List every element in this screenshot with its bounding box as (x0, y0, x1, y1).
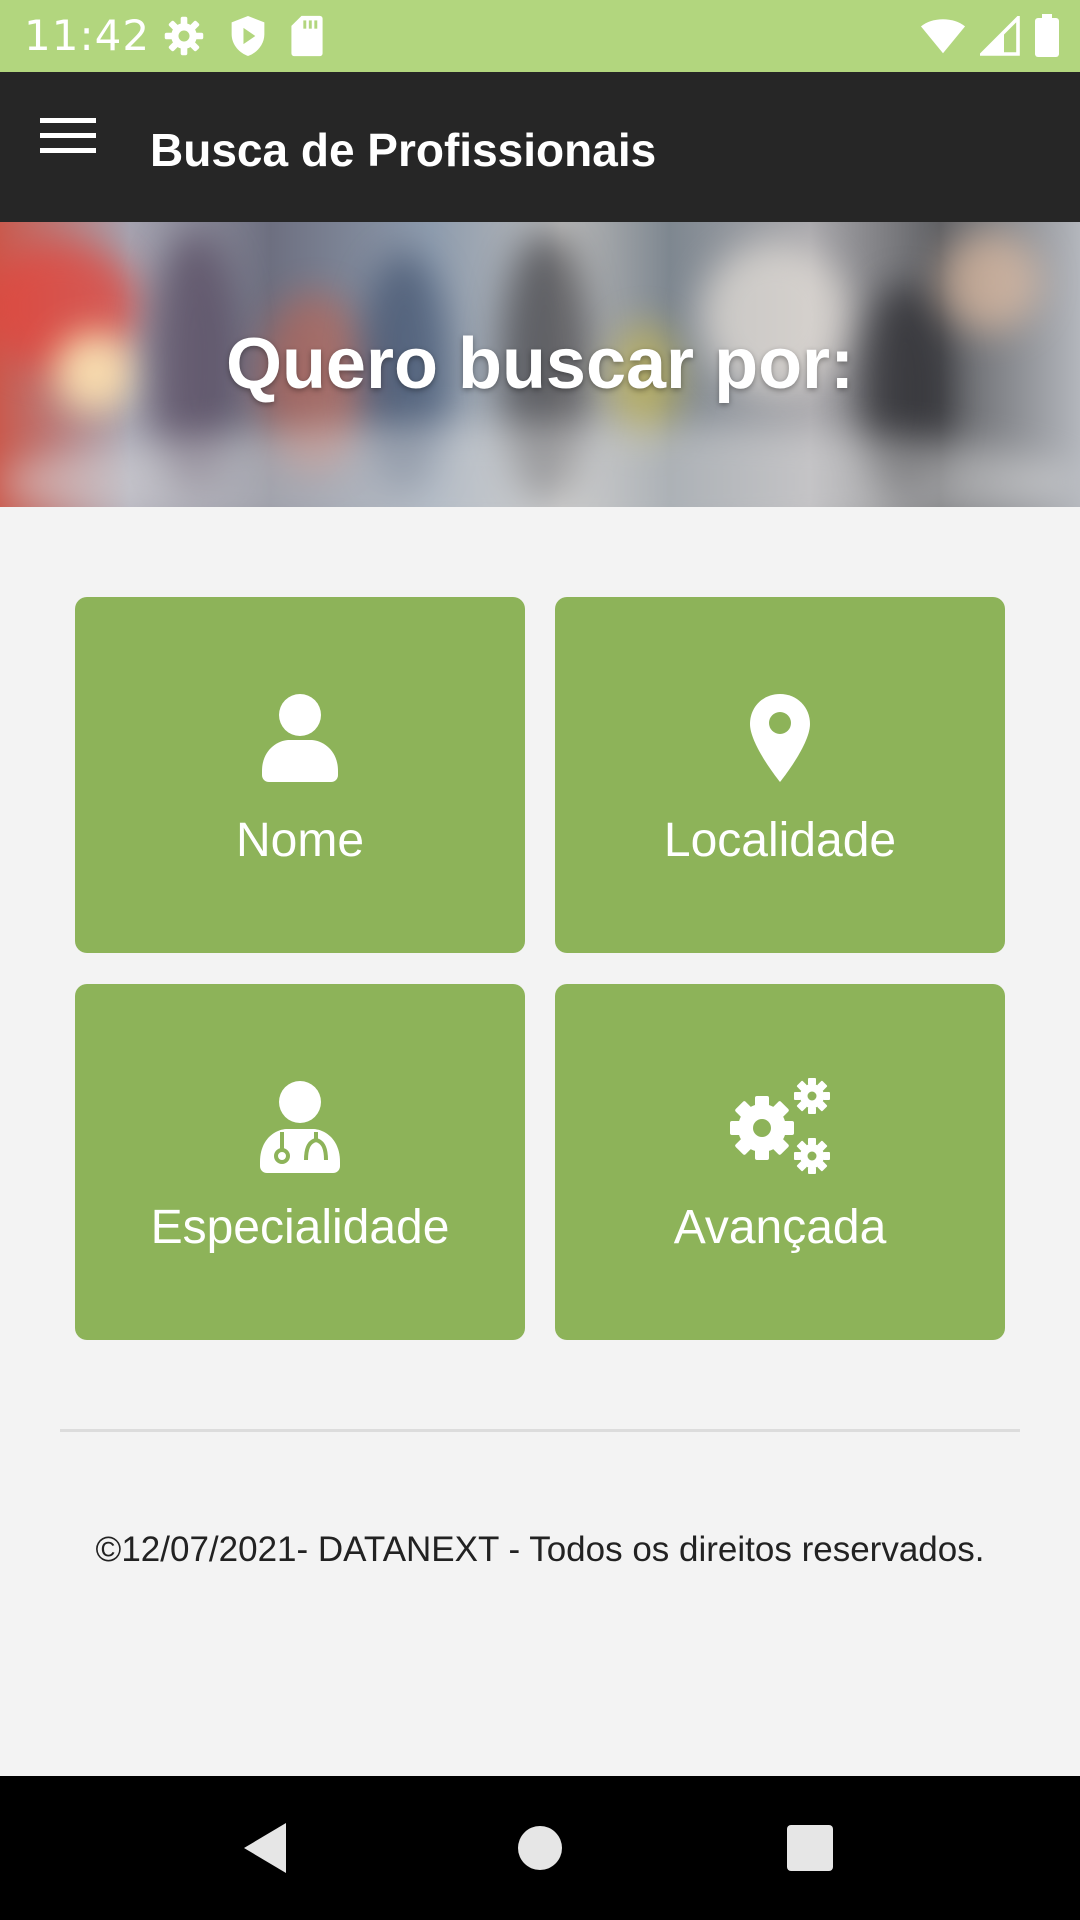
footer-divider (60, 1429, 1020, 1432)
status-bar: 11:42 (0, 0, 1080, 72)
shield-icon (228, 14, 268, 63)
tile-label-avancada: Avançada (673, 1201, 887, 1254)
app-bar: Busca de Profissionais (0, 72, 1080, 222)
gears-icon (555, 1074, 1005, 1178)
hero-banner: Quero buscar por: (0, 222, 1080, 507)
tile-label-nome: Nome (235, 814, 365, 867)
home-icon[interactable] (517, 1825, 563, 1876)
recents-icon[interactable] (787, 1825, 833, 1876)
status-time: 11:42 (24, 11, 151, 60)
map-pin-icon (555, 693, 1005, 783)
tile-label-especialidade: Especialidade (150, 1201, 450, 1254)
battery-icon (1034, 14, 1060, 63)
advanced-search-button[interactable]: Avançada (555, 984, 1005, 1340)
search-by-location-button[interactable]: Localidade (555, 597, 1005, 953)
wifi-icon (920, 16, 966, 61)
person-icon (75, 693, 525, 783)
navigation-bar (0, 1776, 1080, 1920)
search-by-name-button[interactable]: Nome (75, 597, 525, 953)
footer-copyright: ©12/07/2021- DATANEXT - Todos os direito… (95, 1530, 985, 1569)
status-icons-right (920, 13, 1060, 63)
doctor-icon (75, 1080, 525, 1174)
back-icon[interactable] (240, 1820, 290, 1881)
search-by-specialty-button[interactable]: Especialidade (75, 984, 525, 1340)
hamburger-menu-icon[interactable] (40, 116, 110, 176)
app-title: Busca de Profissionais (150, 124, 657, 176)
settings-icon (162, 14, 206, 63)
status-icons-left (162, 14, 324, 63)
cell-signal-icon (977, 13, 1020, 61)
sd-card-icon (290, 14, 324, 63)
tile-label-localidade: Localidade (663, 814, 897, 867)
hero-title: Quero buscar por: (225, 324, 855, 404)
